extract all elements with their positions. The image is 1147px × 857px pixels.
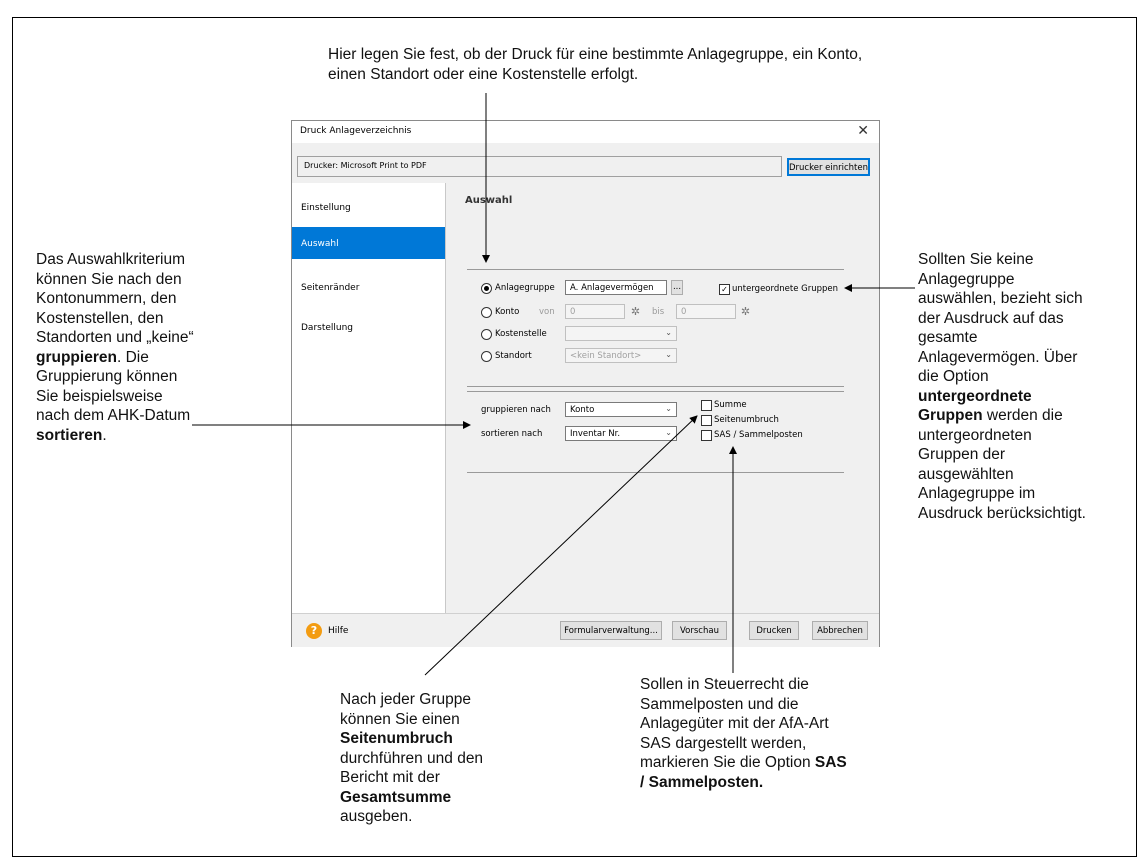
gruppieren-value: Konto bbox=[570, 405, 595, 415]
dialog-title: Druck Anlageverzeichnis bbox=[300, 126, 412, 136]
chevron-down-icon: ⌄ bbox=[665, 404, 672, 413]
section-title: Auswahl bbox=[465, 195, 513, 206]
konto-von-field[interactable]: 0 bbox=[565, 304, 625, 319]
printer-setup-button[interactable]: Drucker einrichten bbox=[787, 158, 870, 176]
close-icon[interactable]: ✕ bbox=[857, 123, 869, 139]
nav-item-label: Seitenränder bbox=[301, 283, 360, 293]
radio-anlagegruppe[interactable] bbox=[481, 283, 492, 294]
kostenstelle-label: Kostenstelle bbox=[495, 329, 547, 339]
anlagegruppe-field[interactable]: A. Anlagevermögen bbox=[565, 280, 667, 295]
annotation-bottom-right: Sollen in Steuerrecht die Sammelposten u… bbox=[640, 676, 847, 791]
summe-label: Summe bbox=[714, 400, 747, 410]
annotation-right: Sollten Sie keine Anlagegruppe auswählen… bbox=[918, 251, 1086, 522]
bis-label: bis bbox=[652, 307, 665, 317]
dialog-titlebar: Druck Anlageverzeichnis ✕ bbox=[292, 121, 879, 143]
chevron-down-icon: ⌄ bbox=[665, 328, 672, 337]
radio-kostenstelle[interactable] bbox=[481, 329, 492, 340]
help-link[interactable]: Hilfe bbox=[328, 626, 348, 636]
radio-standort[interactable] bbox=[481, 351, 492, 362]
abbrechen-button[interactable]: Abbrechen bbox=[812, 621, 868, 640]
sas-label: SAS / Sammelposten bbox=[714, 430, 803, 440]
kostenstelle-dropdown[interactable]: ⌄ bbox=[565, 326, 677, 341]
nav-item-auswahl[interactable]: Auswahl bbox=[292, 227, 445, 259]
standort-label: Standort bbox=[495, 351, 532, 361]
von-label: von bbox=[539, 307, 555, 317]
gear-icon[interactable]: ✲ bbox=[629, 305, 642, 318]
untergeordnete-checkbox[interactable]: ✓ bbox=[719, 284, 730, 295]
sortieren-label: sortieren nach bbox=[481, 429, 543, 439]
formularverwaltung-button[interactable]: Formularverwaltung... bbox=[560, 621, 662, 640]
annotation-left: Das Auswahlkriterium können Sie nach den… bbox=[36, 251, 194, 444]
nav-item-einstellung[interactable]: Einstellung bbox=[292, 191, 445, 223]
summe-checkbox[interactable] bbox=[701, 400, 712, 411]
nav-item-label: Auswahl bbox=[301, 239, 339, 249]
vorschau-button[interactable]: Vorschau bbox=[672, 621, 727, 640]
drucken-button[interactable]: Drucken bbox=[749, 621, 799, 640]
konto-label: Konto bbox=[495, 307, 520, 317]
print-dialog: Druck Anlageverzeichnis ✕ Drucker: Micro… bbox=[291, 120, 880, 647]
nav-item-label: Einstellung bbox=[301, 203, 351, 213]
gear-icon[interactable]: ✲ bbox=[739, 305, 752, 318]
anlagegruppe-label: Anlagegruppe bbox=[495, 283, 555, 293]
printer-label: Drucker: Microsoft Print to PDF bbox=[304, 161, 427, 170]
seitenumbruch-checkbox[interactable] bbox=[701, 415, 712, 426]
printer-field: Drucker: Microsoft Print to PDF bbox=[297, 156, 782, 177]
annotation-top: Hier legen Sie fest, ob der Druck für ei… bbox=[328, 46, 863, 83]
sortieren-value: Inventar Nr. bbox=[570, 429, 621, 439]
chevron-down-icon: ⌄ bbox=[665, 428, 672, 437]
radio-konto[interactable] bbox=[481, 307, 492, 318]
nav-sidebar: Einstellung Auswahl Seitenränder Darstel… bbox=[292, 183, 446, 613]
sortieren-dropdown[interactable]: Inventar Nr. ⌄ bbox=[565, 426, 677, 441]
nav-item-darstellung[interactable]: Darstellung bbox=[292, 311, 445, 343]
gruppieren-dropdown[interactable]: Konto ⌄ bbox=[565, 402, 677, 417]
annotation-bottom-left: Nach jeder Gruppe können Sie einen Seite… bbox=[340, 691, 484, 825]
konto-bis-field[interactable]: 0 bbox=[676, 304, 736, 319]
standort-dropdown[interactable]: <kein Standort> ⌄ bbox=[565, 348, 677, 363]
standort-value: <kein Standort> bbox=[570, 351, 642, 361]
chevron-down-icon: ⌄ bbox=[665, 350, 672, 359]
sas-checkbox[interactable] bbox=[701, 430, 712, 441]
nav-item-seitenraender[interactable]: Seitenränder bbox=[292, 271, 445, 303]
main-panel: Auswahl Anlagegruppe A. Anlagevermögen .… bbox=[447, 183, 880, 613]
gruppieren-label: gruppieren nach bbox=[481, 405, 551, 415]
help-icon[interactable]: ? bbox=[306, 623, 322, 639]
nav-item-label: Darstellung bbox=[301, 323, 354, 333]
untergeordnete-label: untergeordnete Gruppen bbox=[732, 284, 839, 294]
dialog-footer: ? Hilfe Formularverwaltung... Vorschau D… bbox=[292, 613, 879, 647]
seitenumbruch-label: Seitenumbruch bbox=[714, 415, 779, 425]
browse-button[interactable]: ... bbox=[671, 280, 683, 295]
